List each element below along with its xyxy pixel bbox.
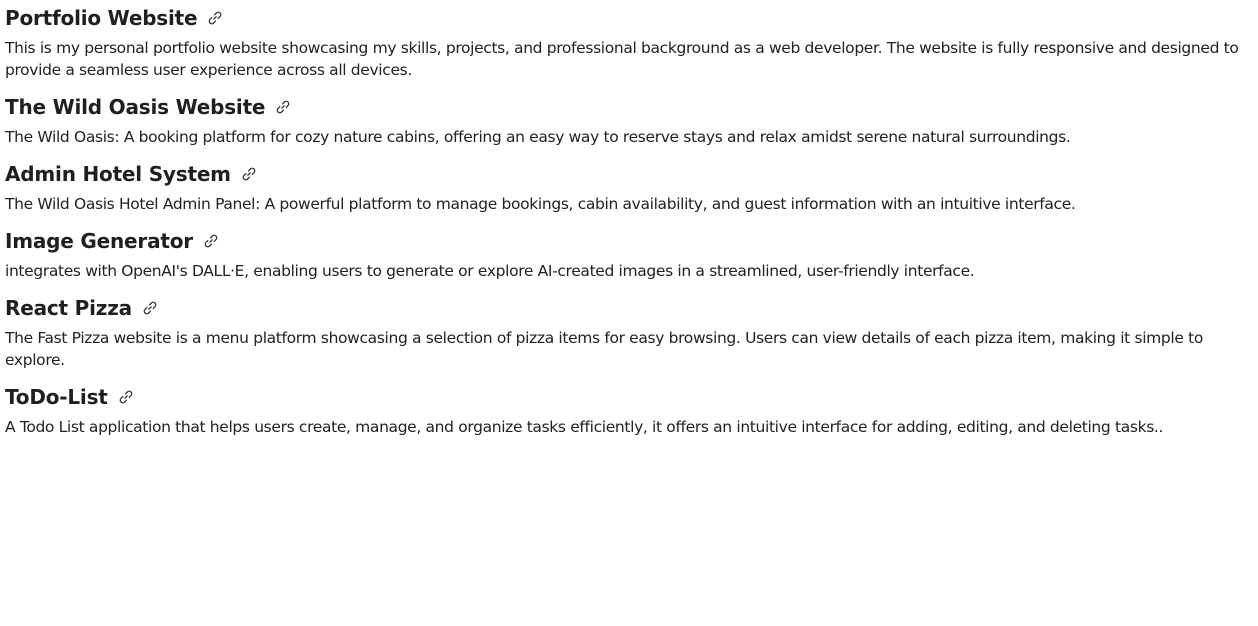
project-description: A Todo List application that helps users… — [5, 418, 1164, 436]
project-item: Image Generator integrates with OpenAI's… — [5, 228, 1255, 282]
link-icon[interactable] — [142, 300, 158, 316]
project-title-row: Image Generator — [5, 228, 1255, 254]
link-icon[interactable] — [203, 233, 219, 249]
project-title-row: The Wild Oasis Website — [5, 94, 1255, 120]
project-description: The Fast Pizza website is a menu platfor… — [5, 329, 1203, 369]
project-description: The Wild Oasis Hotel Admin Panel: A powe… — [5, 195, 1076, 213]
project-title-row: Portfolio Website — [5, 5, 1255, 31]
project-title-row: ToDo-List — [5, 384, 1255, 410]
project-title-row: React Pizza — [5, 295, 1255, 321]
project-item: React Pizza The Fast Pizza website is a … — [5, 295, 1255, 371]
project-item: ToDo-List A Todo List application that h… — [5, 384, 1255, 438]
project-item: The Wild Oasis Website The Wild Oasis: A… — [5, 94, 1255, 148]
project-description: integrates with OpenAI's DALL·E, enablin… — [5, 262, 975, 280]
link-icon[interactable] — [118, 389, 134, 405]
project-title: Admin Hotel System — [5, 162, 231, 186]
projects-list: Portfolio Website This is my personal po… — [0, 0, 1255, 438]
project-title: Portfolio Website — [5, 6, 198, 30]
project-title: ToDo-List — [5, 385, 108, 409]
project-description: This is my personal portfolio website sh… — [5, 39, 1239, 79]
project-title: Image Generator — [5, 229, 193, 253]
project-title: The Wild Oasis Website — [5, 95, 266, 119]
link-icon[interactable] — [275, 99, 291, 115]
project-title: React Pizza — [5, 296, 132, 320]
project-title-row: Admin Hotel System — [5, 161, 1255, 187]
link-icon[interactable] — [241, 166, 257, 182]
project-item: Admin Hotel System The Wild Oasis Hotel … — [5, 161, 1255, 215]
project-item: Portfolio Website This is my personal po… — [5, 5, 1255, 81]
project-description: The Wild Oasis: A booking platform for c… — [5, 128, 1071, 146]
link-icon[interactable] — [207, 10, 223, 26]
